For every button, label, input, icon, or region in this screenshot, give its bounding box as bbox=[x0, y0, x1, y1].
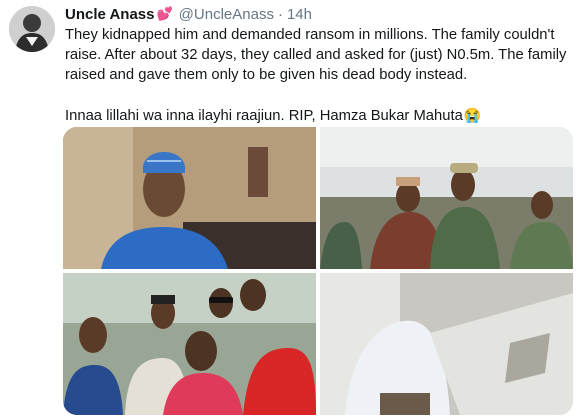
tweet-text: They kidnapped him and demanded ransom i… bbox=[65, 25, 575, 126]
crying-emoji-icon: 😭 bbox=[463, 107, 482, 123]
media-grid bbox=[63, 127, 573, 415]
author-name[interactable]: Uncle Anass bbox=[65, 6, 154, 23]
tweet-paragraph-2: Innaa lillahi wa inna ilayhi raajiun. RI… bbox=[65, 105, 575, 126]
tweet-header: Uncle Anass 💕 @UncleAnass · 14h bbox=[65, 4, 312, 24]
author-handle[interactable]: @UncleAnass bbox=[179, 6, 274, 23]
photo-group-of-men[interactable] bbox=[63, 273, 316, 415]
photo-man-portrait[interactable] bbox=[63, 127, 316, 269]
tweet-timestamp[interactable]: 14h bbox=[287, 6, 312, 23]
tweet-paragraph-2-text: Innaa lillahi wa inna ilayhi raajiun. RI… bbox=[65, 108, 463, 124]
tweet-paragraph-1: They kidnapped him and demanded ransom i… bbox=[65, 27, 567, 83]
heart-emoji-icon: 💕 bbox=[156, 6, 173, 21]
separator-dot: · bbox=[277, 5, 283, 23]
avatar[interactable] bbox=[9, 6, 55, 52]
photo-desk-scene[interactable] bbox=[320, 273, 573, 415]
photo-officers-room[interactable] bbox=[320, 127, 573, 269]
